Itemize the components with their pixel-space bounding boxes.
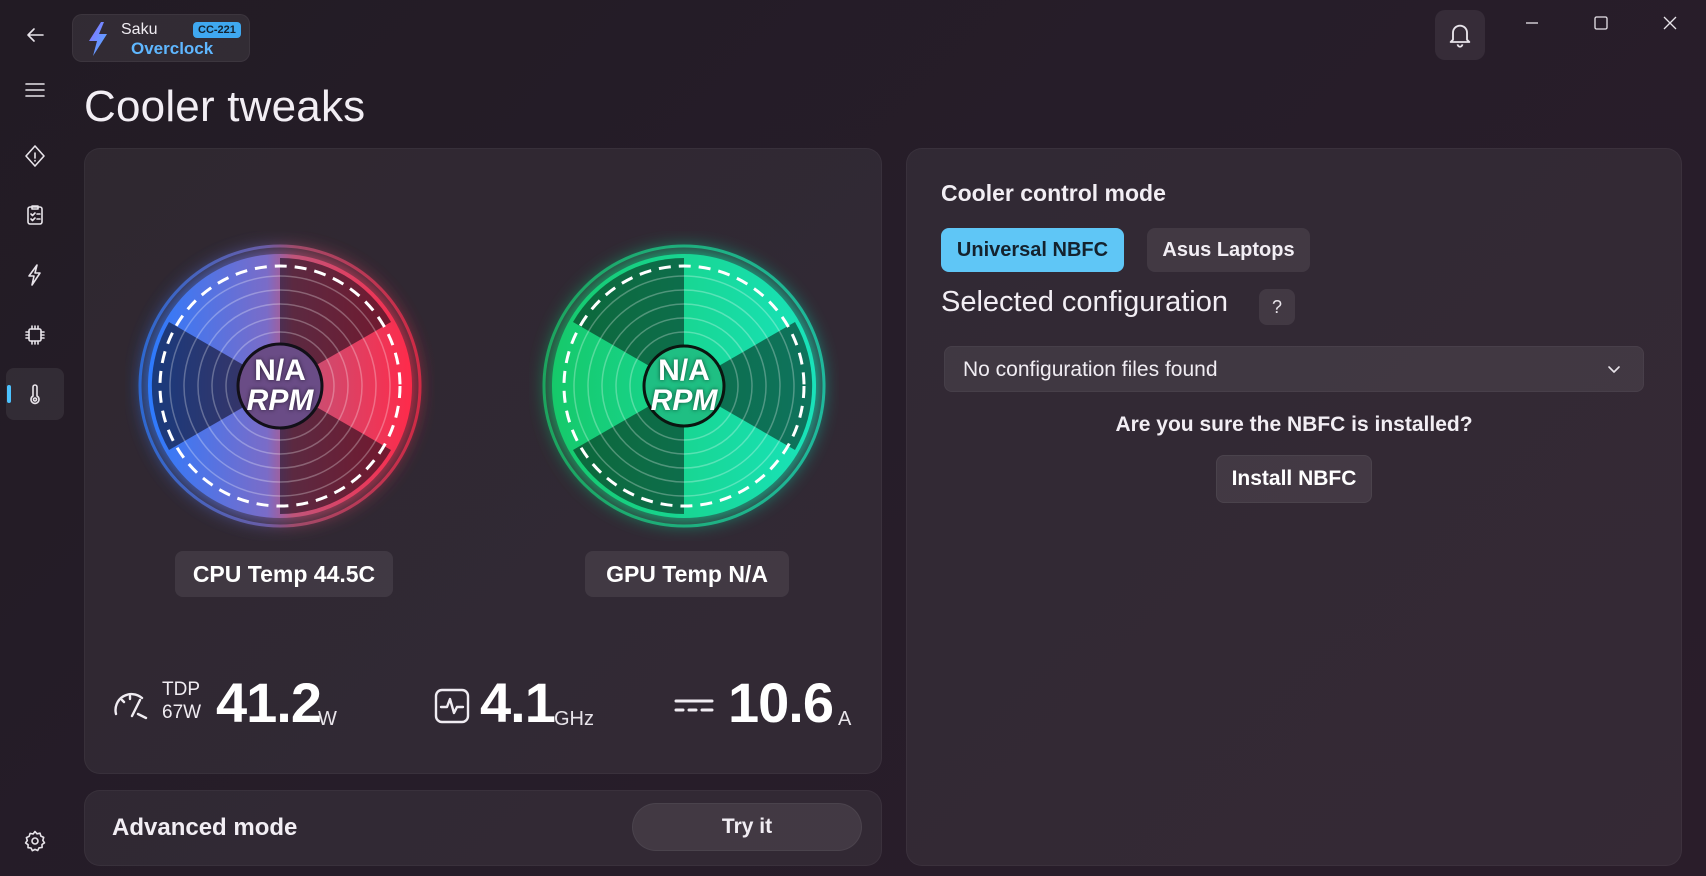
tdp-label: TDP bbox=[162, 679, 200, 700]
hamburger-menu-icon bbox=[25, 83, 45, 97]
nav-item-cpu[interactable] bbox=[6, 309, 64, 361]
bell-icon bbox=[1449, 24, 1471, 48]
cpu-chip-icon bbox=[25, 325, 45, 345]
maximize-icon bbox=[1594, 16, 1608, 30]
menu-button[interactable] bbox=[6, 64, 64, 116]
cpu-temp-badge: CPU Temp 44.5C bbox=[175, 551, 393, 597]
configuration-dropdown-value: No configuration files found bbox=[963, 358, 1218, 381]
lightning-icon bbox=[28, 264, 41, 286]
nav-rail bbox=[0, 0, 70, 876]
cpu-fan-unit: RPM bbox=[246, 384, 314, 417]
clock-unit: GHz bbox=[554, 708, 594, 730]
maximize-button[interactable] bbox=[1578, 8, 1624, 38]
minimize-icon bbox=[1526, 22, 1538, 24]
page-title: Cooler tweaks bbox=[84, 82, 366, 131]
bolt-logo-icon bbox=[89, 22, 107, 56]
tdp-value: 41.2 bbox=[216, 671, 322, 734]
back-button[interactable] bbox=[6, 9, 64, 61]
gpu-temp-badge: GPU Temp N/A bbox=[585, 551, 789, 597]
pulse-monitor-icon bbox=[434, 688, 470, 724]
tdp-metric: TDP 67W 41.2 W bbox=[112, 670, 352, 740]
cooler-control-mode-title: Cooler control mode bbox=[941, 180, 1166, 206]
nav-item-power[interactable] bbox=[6, 249, 64, 301]
gauge-icon bbox=[114, 692, 148, 720]
diamond-icon bbox=[25, 145, 45, 167]
settings-button[interactable] bbox=[6, 815, 64, 867]
close-icon bbox=[1663, 16, 1677, 30]
app-logo: Saku Overclock CC-221 bbox=[72, 14, 250, 62]
gpu-fan-value: N/A bbox=[658, 354, 710, 387]
app-name-bottom: Overclock bbox=[131, 39, 214, 58]
nav-item-cooler[interactable] bbox=[6, 368, 64, 420]
chevron-down-icon bbox=[1608, 366, 1620, 373]
selected-configuration-label: Selected configuration bbox=[941, 286, 1228, 318]
settings-gear-icon bbox=[24, 830, 46, 852]
version-badge: CC-221 bbox=[193, 22, 241, 38]
cpu-fan-readout: N/A RPM bbox=[125, 231, 435, 541]
current-value: 10.6 bbox=[728, 671, 834, 734]
close-button[interactable] bbox=[1647, 8, 1693, 38]
back-arrow-icon bbox=[27, 28, 44, 42]
tdp-unit: W bbox=[318, 708, 337, 730]
gpu-fan-gauge: N/A RPM bbox=[529, 231, 839, 541]
install-nbfc-button[interactable]: Install NBFC bbox=[1216, 455, 1372, 503]
thermometer-icon bbox=[30, 384, 40, 405]
nbfc-installed-question: Are you sure the NBFC is installed? bbox=[1115, 413, 1473, 436]
clock-value: 4.1 bbox=[480, 671, 556, 734]
notifications-button[interactable] bbox=[1435, 10, 1485, 60]
configuration-dropdown[interactable]: No configuration files found bbox=[944, 346, 1644, 392]
clipboard-checklist-icon bbox=[27, 205, 43, 225]
dc-current-icon bbox=[674, 699, 714, 712]
cpu-fan-gauge: N/A RPM bbox=[125, 231, 435, 541]
gpu-fan-readout: N/A RPM bbox=[529, 231, 839, 541]
try-it-button[interactable]: Try it bbox=[632, 803, 862, 851]
universal-nbfc-button[interactable]: Universal NBFC bbox=[941, 228, 1124, 272]
nav-item-home[interactable] bbox=[6, 130, 64, 182]
gpu-fan-unit: RPM bbox=[650, 384, 718, 417]
cpu-fan-value: N/A bbox=[254, 354, 306, 387]
help-button[interactable]: ? bbox=[1259, 289, 1295, 325]
current-unit: A bbox=[838, 708, 852, 730]
app-name-top: Saku bbox=[121, 21, 158, 38]
nav-item-info[interactable] bbox=[6, 189, 64, 241]
asus-laptops-button[interactable]: Asus Laptops bbox=[1147, 228, 1310, 272]
advanced-mode-label: Advanced mode bbox=[112, 814, 298, 841]
current-metric: 10.6 A bbox=[674, 670, 854, 740]
tdp-limit: 67W bbox=[162, 702, 202, 723]
clock-metric: 4.1 GHz bbox=[434, 670, 604, 740]
minimize-button[interactable] bbox=[1509, 8, 1555, 38]
